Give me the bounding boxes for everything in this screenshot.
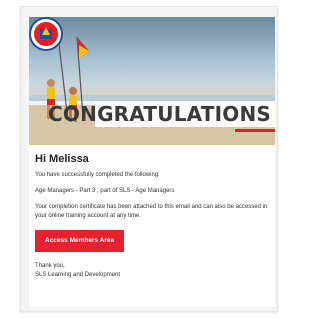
access-members-area-button[interactable]: Access Members Area [35, 230, 125, 252]
certificate-note: Your completion certificate has been att… [35, 204, 268, 219]
email-card: CONGRATULATIONS Hi Melissa You have succ… [29, 17, 275, 307]
sls-logo [29, 17, 63, 51]
banner-title: CONGRATULATIONS [48, 101, 275, 127]
email-frame: CONGRATULATIONS Hi Melissa You have succ… [20, 6, 278, 312]
hero-image: CONGRATULATIONS [29, 17, 275, 145]
greeting: Hi Melissa [35, 153, 89, 165]
signature: SLS Learning and Development [35, 272, 121, 278]
banner-accent-line [235, 129, 275, 132]
course-name: Age Managers - Part 3 , part of SLS - Ag… [35, 188, 175, 194]
email-body: Hi Melissa You have successfully complet… [35, 153, 271, 280]
intro-text: You have successfully completed the foll… [35, 172, 160, 178]
signoff: Thank you, [35, 263, 65, 269]
